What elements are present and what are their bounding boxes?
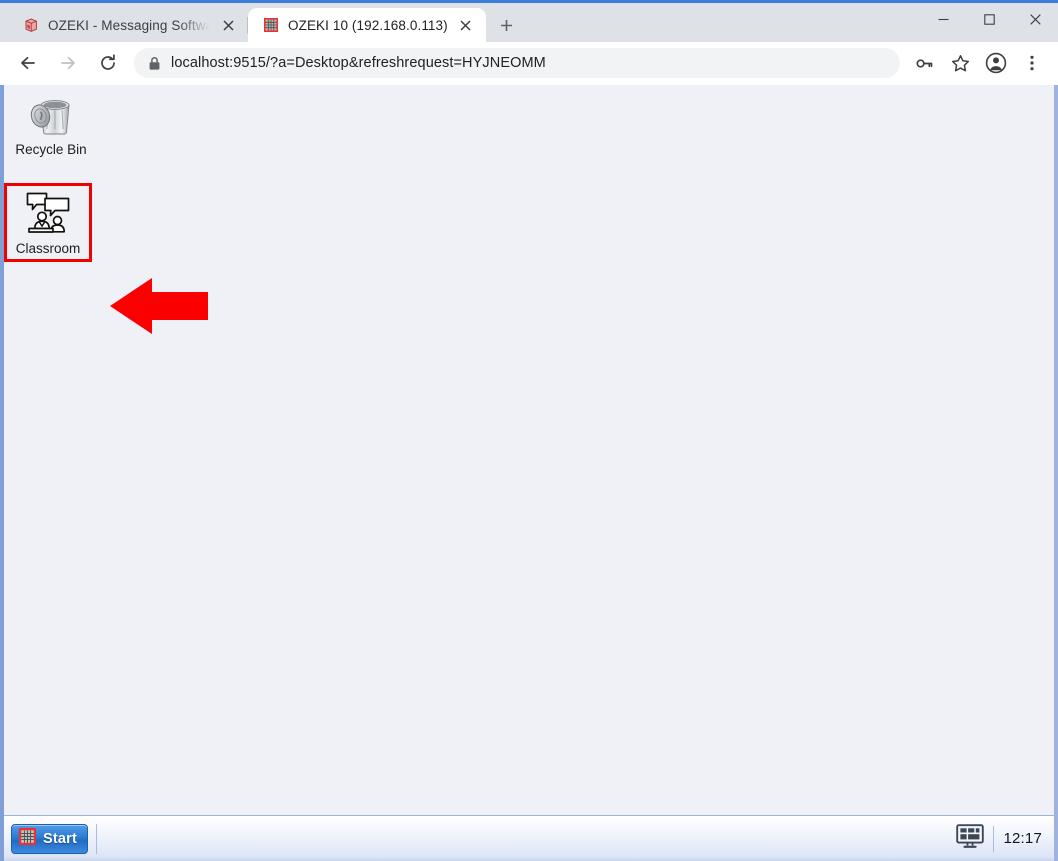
ozeki-box-icon [22, 17, 39, 34]
browser-menu-icon[interactable] [1017, 48, 1047, 78]
page-viewport: Recycle Bin Classroom Start 12:17 [0, 85, 1058, 861]
tab-close-button[interactable] [456, 15, 476, 35]
classroom-icon [22, 190, 74, 237]
taskbar: Start 12:17 [4, 815, 1054, 861]
tab-close-button[interactable] [218, 15, 238, 35]
profile-avatar-icon[interactable] [981, 48, 1011, 78]
start-button-label: Start [43, 830, 78, 847]
recycle-bin-icon [25, 90, 77, 138]
desktop-icon-recycle-bin[interactable]: Recycle Bin [6, 90, 96, 157]
maximize-button[interactable] [966, 3, 1012, 35]
forward-icon[interactable] [53, 48, 83, 78]
browser-toolbar: localhost:9515/?a=Desktop&refreshrequest… [0, 42, 1058, 85]
bookmark-star-icon[interactable] [945, 48, 975, 78]
window-controls [920, 3, 1058, 35]
start-button[interactable]: Start [11, 823, 89, 854]
monitor-icon[interactable] [956, 823, 985, 854]
desktop-icon-classroom[interactable]: Classroom [4, 183, 92, 262]
tab-ozeki-10[interactable]: OZEKI 10 (192.168.0.113) [248, 8, 486, 42]
url-text: localhost:9515/?a=Desktop&refreshrequest… [171, 55, 546, 71]
taskbar-separator [96, 823, 98, 854]
desktop-icon-label: Classroom [15, 241, 81, 256]
tab-title: OZEKI 10 (192.168.0.113) [288, 17, 448, 33]
tab-ozeki-messaging-software[interactable]: OZEKI - Messaging Software Pro [8, 8, 248, 42]
tab-title: OZEKI - Messaging Software Pro [48, 17, 210, 33]
annotation-arrow-icon [108, 277, 208, 335]
close-button[interactable] [1012, 3, 1058, 35]
password-key-icon[interactable] [909, 48, 939, 78]
tab-strip: OZEKI - Messaging Software Pro OZEKI 1 [0, 0, 1058, 42]
ozeki-grid-icon [262, 17, 279, 34]
minimize-button[interactable] [920, 3, 966, 35]
back-icon[interactable] [13, 48, 43, 78]
address-bar[interactable]: localhost:9515/?a=Desktop&refreshrequest… [134, 48, 900, 78]
tray-separator [993, 825, 995, 852]
reload-icon[interactable] [93, 48, 123, 78]
ozeki-desktop[interactable]: Recycle Bin Classroom [4, 85, 1054, 815]
site-security-lock-icon[interactable] [148, 56, 161, 71]
system-tray: 12:17 [956, 823, 1048, 854]
browser-window: OZEKI - Messaging Software Pro OZEKI 1 [0, 0, 1058, 861]
desktop-icon-label: Recycle Bin [15, 142, 87, 157]
taskbar-clock[interactable]: 12:17 [1003, 830, 1042, 847]
new-tab-button[interactable] [492, 10, 522, 40]
ozeki-grid-icon [18, 827, 37, 851]
